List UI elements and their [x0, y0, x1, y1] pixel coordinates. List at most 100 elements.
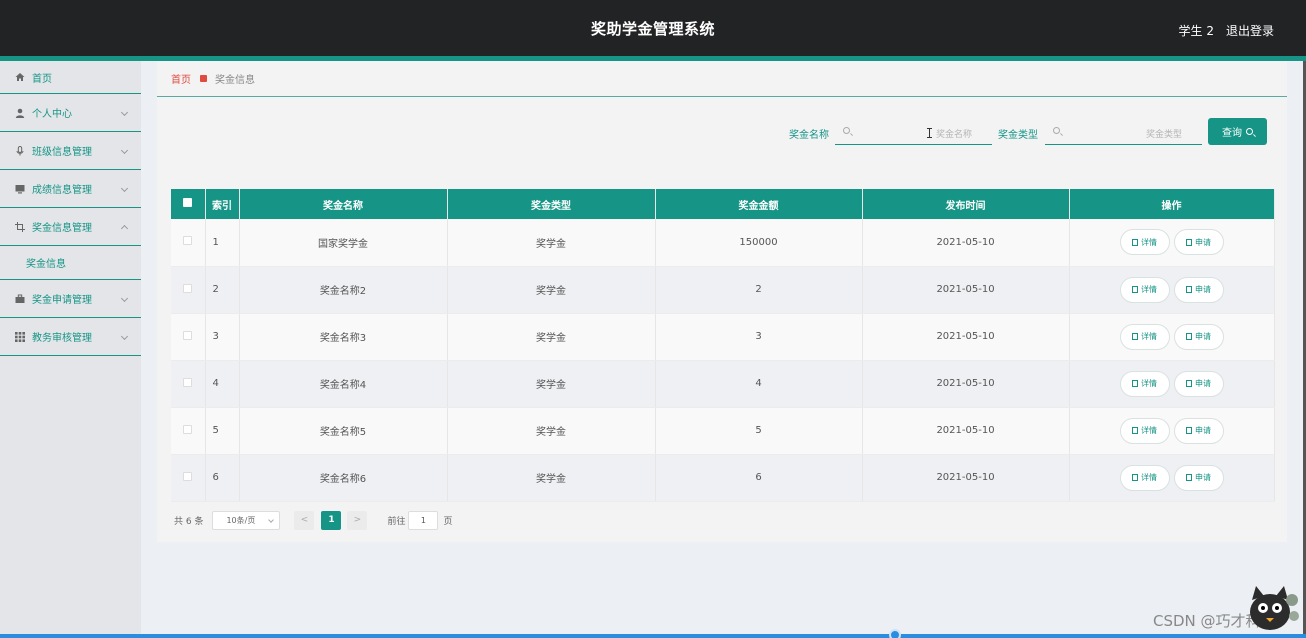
apply-button-label: 申请 — [1195, 473, 1211, 482]
row-checkbox[interactable] — [183, 330, 193, 340]
chevron-down-icon — [120, 146, 129, 154]
detail-button[interactable]: 详情 — [1119, 370, 1170, 397]
chevron-down-icon — [120, 294, 129, 302]
apply-button-label: 申请 — [1195, 332, 1211, 341]
sidebar-item-label: 个人中心 — [32, 109, 72, 120]
sidebar-item-label: 教务审核管理 — [32, 333, 92, 344]
sidebar-item-academic-review[interactable]: 教务审核管理 — [0, 318, 141, 356]
monitor-icon — [15, 184, 25, 194]
logout-button[interactable]: 退出登录 — [1226, 22, 1274, 39]
chevron-down-icon — [120, 108, 129, 116]
bonus-name-input[interactable]: 奖金名称 — [835, 119, 992, 145]
sidebar-subitem-bonus-info[interactable]: 奖金信息 — [0, 246, 141, 280]
user-icon — [15, 108, 25, 118]
crop-icon — [15, 221, 25, 232]
cell-date: 2021-05-10 — [862, 219, 1070, 267]
goto-page-input[interactable]: 1 — [408, 510, 439, 530]
progress-bar — [0, 634, 1306, 638]
cell-index: 6 — [205, 454, 240, 502]
current-page-button[interactable]: 1 — [321, 510, 342, 530]
row-checkbox[interactable] — [183, 471, 193, 481]
document-icon — [1132, 427, 1138, 434]
detail-button-label: 详情 — [1141, 379, 1157, 388]
detail-button[interactable]: 详情 — [1119, 417, 1170, 444]
table-row: 6 奖金名称6 奖学金 6 2021-05-10 详情 申请 — [171, 454, 1275, 502]
text-cursor-icon — [927, 128, 932, 138]
row-checkbox[interactable] — [183, 377, 193, 387]
progress-handle[interactable] — [889, 629, 901, 638]
sidebar-item-label: 首页 — [32, 73, 52, 85]
breadcrumb: 首页 奖金信息 — [157, 61, 1287, 97]
cell-amount: 3 — [655, 313, 863, 361]
sidebar-item-grade-info[interactable]: 成绩信息管理 — [0, 170, 141, 208]
apply-button[interactable]: 申请 — [1173, 229, 1224, 256]
row-checkbox[interactable] — [183, 283, 193, 293]
current-user: 学生 2 — [1178, 24, 1214, 38]
cell-name: 奖金名称4 — [239, 360, 448, 408]
detail-button-label: 详情 — [1141, 473, 1157, 482]
document-icon — [1186, 286, 1192, 293]
apply-button[interactable]: 申请 — [1173, 464, 1224, 491]
chevron-up-icon — [120, 224, 129, 232]
sidebar-item-home[interactable]: 首页 — [0, 61, 141, 94]
cell-amount: 4 — [655, 360, 863, 408]
page-size-select[interactable]: 10条/页 — [212, 510, 281, 530]
cell-date: 2021-05-10 — [862, 313, 1070, 361]
document-icon — [1132, 380, 1138, 387]
briefcase-icon — [15, 294, 25, 304]
sidebar-item-personal-center[interactable]: 个人中心 — [0, 94, 141, 132]
goto-suffix: 页 — [443, 516, 453, 527]
pagination-total: 共 6 条 — [174, 516, 204, 527]
sidebar-item-bonus-application[interactable]: 奖金申请管理 — [0, 280, 141, 318]
column-header-index: 索引 — [205, 189, 240, 219]
apply-button-label: 申请 — [1195, 237, 1211, 247]
cell-actions: 详情 申请 — [1069, 219, 1275, 267]
apply-button[interactable]: 申请 — [1173, 323, 1224, 350]
document-icon — [1186, 474, 1192, 481]
cell-date: 2021-05-10 — [862, 407, 1070, 455]
sidebar-item-label: 班级信息管理 — [32, 147, 92, 158]
prev-page-button[interactable]: < — [294, 510, 315, 530]
cell-name: 奖金名称2 — [239, 266, 448, 314]
mascot-icon — [1250, 586, 1299, 630]
table-row: 4 奖金名称4 奖学金 4 2021-05-10 详情 申请 — [171, 360, 1275, 408]
detail-button[interactable]: 详情 — [1119, 464, 1170, 491]
detail-button[interactable]: 详情 — [1119, 276, 1170, 303]
chevron-down-icon — [120, 332, 129, 340]
column-header-date: 发布时间 — [862, 189, 1070, 219]
select-all-cell — [171, 189, 206, 219]
cell-amount: 5 — [655, 407, 863, 455]
cell-name: 奖金名称3 — [239, 313, 448, 361]
document-icon — [1186, 333, 1192, 340]
search-button-label: 查询 — [1222, 128, 1242, 139]
cell-actions: 详情 申请 — [1069, 313, 1275, 361]
document-icon — [1186, 380, 1192, 387]
bonus-type-input[interactable]: 奖金类型 — [1045, 119, 1202, 145]
app-title: 奖助学金管理系统 — [590, 20, 715, 38]
pagination: 共 6 条 10条/页 < 1 > 前往 1 页 — [174, 510, 452, 530]
detail-button-label: 详情 — [1141, 426, 1157, 435]
bonus-name-placeholder: 奖金名称 — [935, 130, 972, 140]
detail-button[interactable]: 详情 — [1119, 229, 1170, 256]
row-checkbox[interactable] — [183, 236, 193, 246]
detail-button-label: 详情 — [1141, 332, 1157, 341]
sidebar-item-class-info[interactable]: 班级信息管理 — [0, 132, 141, 170]
document-icon — [1132, 333, 1138, 340]
apply-button[interactable]: 申请 — [1173, 370, 1224, 397]
detail-button[interactable]: 详情 — [1119, 323, 1170, 350]
next-page-button[interactable]: > — [347, 510, 368, 530]
search-button[interactable]: 查询 — [1208, 118, 1267, 145]
breadcrumb-home-link[interactable]: 首页 — [171, 71, 191, 86]
select-all-checkbox[interactable] — [183, 198, 193, 207]
apply-button[interactable]: 申请 — [1173, 276, 1224, 303]
apply-button-label: 申请 — [1195, 379, 1211, 388]
main-panel: 奖金名称 奖金名称 奖金类型 奖金类型 查询 索引 奖金名称 奖金类型 奖金金额 — [157, 97, 1287, 542]
row-checkbox[interactable] — [183, 424, 193, 434]
sidebar-item-bonus-info[interactable]: 奖金信息管理 — [0, 208, 141, 246]
column-header-type: 奖金类型 — [447, 189, 656, 219]
apply-button[interactable]: 申请 — [1173, 417, 1224, 444]
bonus-type-label: 奖金类型 — [998, 130, 1038, 141]
sidebar-item-label: 奖金申请管理 — [32, 295, 92, 306]
bonus-type-placeholder: 奖金类型 — [1145, 130, 1182, 140]
sidebar-item-label: 成绩信息管理 — [32, 185, 92, 196]
